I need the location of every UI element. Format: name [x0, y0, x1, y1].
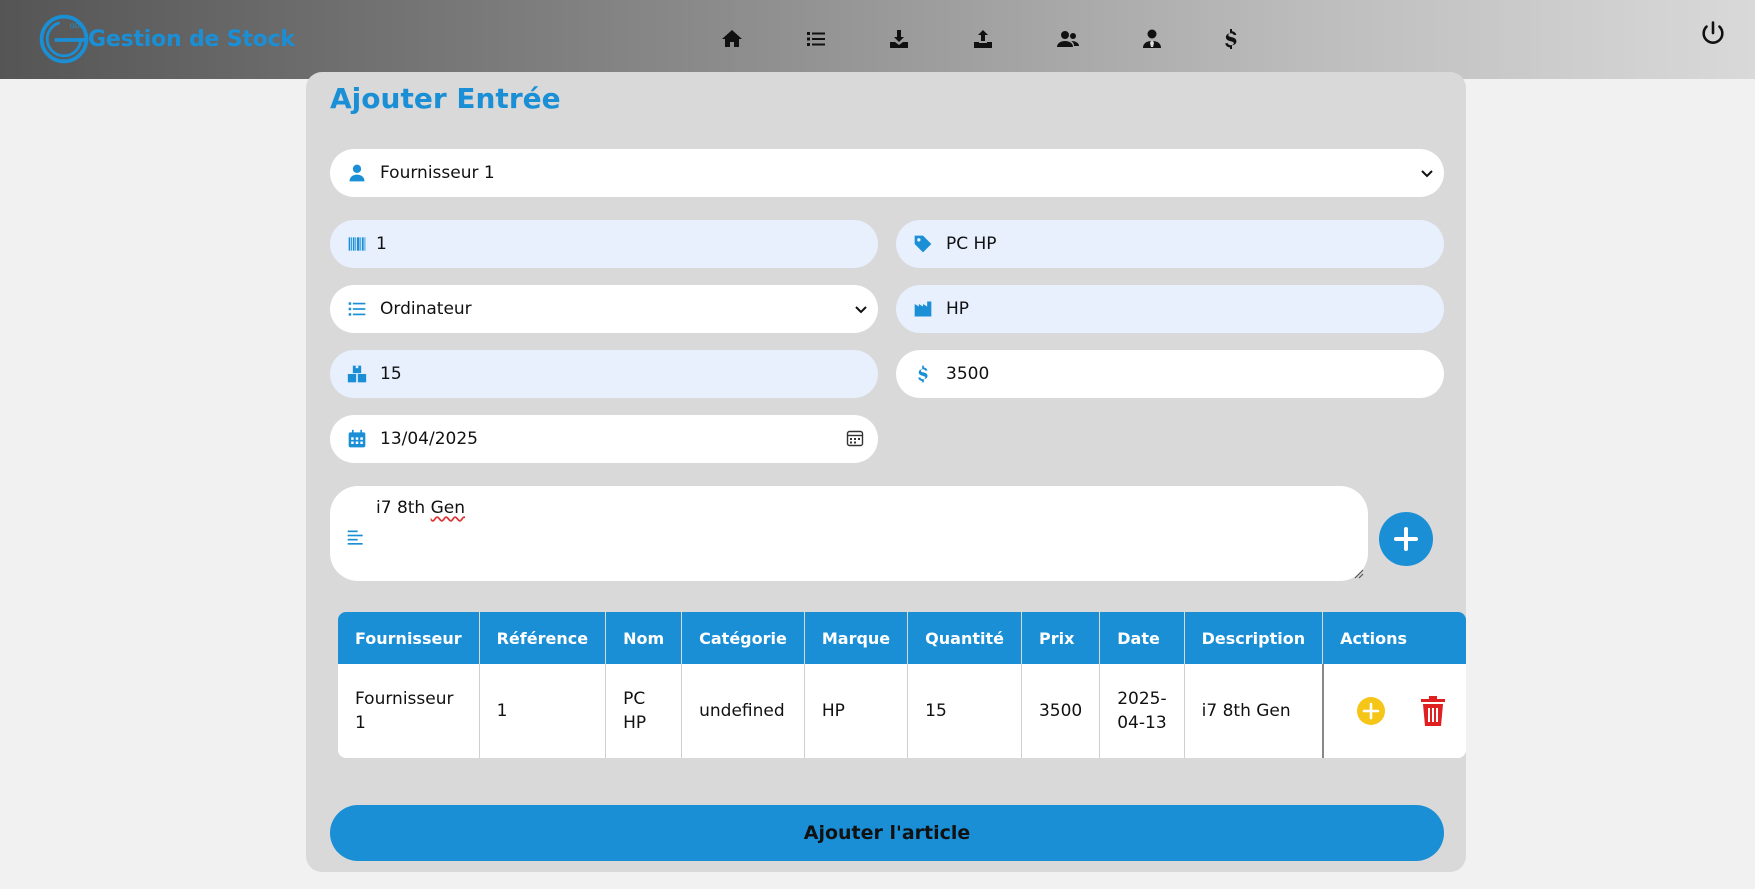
resize-handle-icon[interactable] — [1352, 567, 1364, 579]
list-icon[interactable] — [800, 23, 832, 55]
user-tie-icon[interactable] — [1136, 23, 1168, 55]
marque-field[interactable]: HP — [896, 285, 1444, 333]
fournisseur-select[interactable]: Fournisseur 1 — [330, 149, 1444, 197]
chevron-down-icon — [1421, 170, 1433, 178]
page-title: Ajouter Entrée — [330, 82, 561, 115]
nav-icons — [0, 23, 1755, 55]
dollar-icon[interactable] — [1215, 23, 1247, 55]
add-article-button[interactable]: Ajouter l'article — [330, 805, 1444, 861]
nom-field[interactable]: PC HP — [896, 220, 1444, 268]
upload-icon[interactable] — [967, 23, 999, 55]
col-quantite: Quantité — [907, 612, 1022, 664]
dollar-icon — [912, 363, 934, 385]
description-textarea[interactable]: i7 8th Gen — [330, 486, 1368, 581]
table-row: Fournisseur 1 1 PC HP undefined HP 15 35… — [338, 664, 1466, 758]
col-categorie: Catégorie — [681, 612, 805, 664]
cell-description: i7 8th Gen — [1184, 664, 1324, 758]
add-entry-card: Ajouter Entrée Fournisseur 1 1 PC HP Ord… — [306, 72, 1466, 872]
power-icon[interactable] — [1699, 19, 1729, 49]
date-field[interactable]: 13/04/2025 — [330, 415, 878, 463]
reference-field[interactable]: 1 — [330, 220, 878, 268]
barcode-icon — [346, 233, 368, 255]
list-icon — [346, 298, 368, 320]
description-value: i7 8th Gen — [376, 498, 466, 518]
user-icon — [346, 162, 368, 184]
boxes-icon — [346, 363, 368, 385]
align-left-icon — [346, 528, 368, 550]
plus-icon — [1394, 527, 1418, 551]
home-icon[interactable] — [716, 23, 748, 55]
cell-categorie: undefined — [681, 664, 805, 758]
col-nom: Nom — [605, 612, 683, 664]
col-reference: Référence — [479, 612, 607, 664]
add-to-table-button[interactable] — [1379, 512, 1433, 566]
cell-actions — [1321, 664, 1466, 758]
download-icon[interactable] — [883, 23, 915, 55]
col-description: Description — [1184, 612, 1324, 664]
chevron-down-icon — [855, 306, 867, 314]
cell-prix: 3500 — [1021, 664, 1101, 758]
prix-field[interactable]: 3500 — [896, 350, 1444, 398]
col-actions: Actions — [1322, 612, 1466, 664]
col-prix: Prix — [1021, 612, 1101, 664]
calendar-icon — [346, 428, 368, 450]
cell-date: 2025-04-13 — [1099, 664, 1185, 758]
entries-table: Fournisseur Référence Nom Catégorie Marq… — [338, 612, 1466, 758]
industry-icon — [912, 298, 934, 320]
tag-icon — [912, 233, 934, 255]
col-marque: Marque — [804, 612, 909, 664]
categorie-select[interactable]: Ordinateur — [330, 285, 878, 333]
trash-icon[interactable] — [1417, 695, 1449, 727]
users-icon[interactable] — [1052, 23, 1084, 55]
cell-marque: HP — [804, 664, 909, 758]
cell-fournisseur: Fournisseur 1 — [338, 664, 480, 758]
date-picker-icon[interactable] — [846, 429, 864, 447]
quantite-field[interactable]: 15 — [330, 350, 878, 398]
cell-quantite: 15 — [907, 664, 1022, 758]
cell-nom: PC HP — [605, 664, 683, 758]
table-header-row: Fournisseur Référence Nom Catégorie Marq… — [338, 612, 1466, 664]
plus-circle-icon[interactable] — [1355, 695, 1387, 727]
cell-reference: 1 — [479, 664, 607, 758]
col-date: Date — [1099, 612, 1185, 664]
col-fournisseur: Fournisseur — [338, 612, 480, 664]
top-navbar: GDS Gestion de Stock — [0, 0, 1755, 79]
